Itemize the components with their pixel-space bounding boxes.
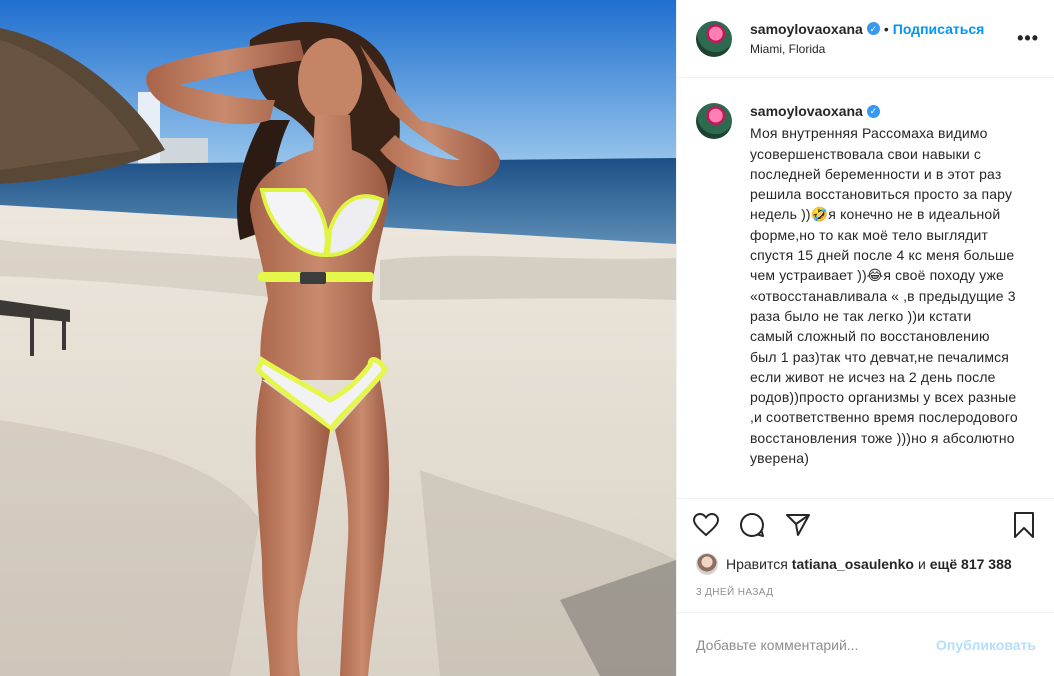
- separator-dot: •: [883, 20, 889, 37]
- header-text: samoylovaoxana ✓ • Подписаться Miami, Fl…: [750, 20, 1017, 58]
- post-photo[interactable]: [0, 0, 676, 676]
- liker-username[interactable]: tatiana_osaulenko: [792, 556, 914, 572]
- heart-icon[interactable]: [691, 510, 721, 540]
- comment-bar: Опубликовать: [677, 612, 1054, 676]
- caption-author-avatar[interactable]: [696, 103, 732, 139]
- post-location[interactable]: Miami, Florida: [750, 40, 1017, 58]
- post-side-panel: samoylovaoxana ✓ • Подписаться Miami, Fl…: [676, 0, 1054, 676]
- likes-count[interactable]: ещё 817 388: [930, 556, 1012, 572]
- caption-username[interactable]: samoylovaoxana: [750, 101, 863, 121]
- more-options-icon[interactable]: •••: [1017, 28, 1039, 49]
- comment-input[interactable]: [696, 636, 937, 653]
- caption-text: Моя внутренняя Рассомаха видимо усоверше…: [750, 125, 1022, 467]
- share-icon[interactable]: [783, 510, 813, 540]
- caption-body: samoylovaoxana ✓ Моя внутренняя Рассомах…: [750, 101, 1018, 497]
- action-bar: [677, 498, 1054, 550]
- post-timestamp[interactable]: 3 ДНЕЙ НАЗАД: [696, 587, 773, 598]
- publish-button[interactable]: Опубликовать: [936, 637, 1036, 653]
- post-header: samoylovaoxana ✓ • Подписаться Miami, Fl…: [677, 0, 1054, 78]
- comment-icon[interactable]: [737, 510, 767, 540]
- liker-avatar[interactable]: [696, 553, 718, 575]
- verified-badge-icon: ✓: [866, 22, 880, 35]
- likes-prefix: Нравится: [726, 556, 788, 572]
- likes-conjunction: и: [917, 556, 926, 572]
- likes-summary: Нравится tatiana_osaulenko и ещё 817 388: [696, 552, 1016, 576]
- author-avatar[interactable]: [696, 20, 732, 57]
- author-username[interactable]: samoylovaoxana: [750, 20, 863, 38]
- follow-button[interactable]: Подписаться: [893, 20, 985, 38]
- bookmark-icon[interactable]: [1009, 510, 1039, 540]
- caption-area: samoylovaoxana ✓ Моя внутренняя Рассомах…: [677, 79, 1054, 497]
- verified-badge-icon: ✓: [866, 104, 880, 118]
